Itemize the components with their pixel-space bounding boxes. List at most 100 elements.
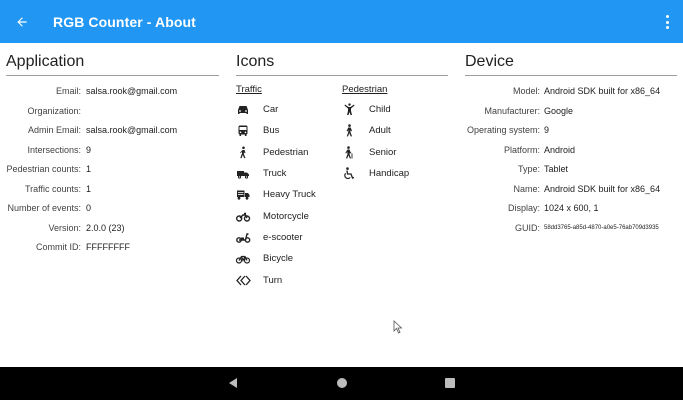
senior-icon: [342, 146, 360, 159]
application-row-key: Commit ID:: [36, 242, 81, 252]
application-row: Version: 2.0.0 (23): [6, 219, 219, 239]
divider: [236, 75, 448, 76]
icon-list-item: Turn: [236, 269, 342, 290]
icon-list-item: e-scooter: [236, 227, 342, 248]
application-row-key: Pedestrian counts:: [6, 164, 81, 174]
application-row-value: salsa.rook@gmail.com: [86, 86, 178, 96]
application-row-value: salsa.rook@gmail.com: [86, 125, 178, 135]
icons-heading: Icons: [236, 53, 275, 70]
e-scooter-icon: [236, 231, 254, 243]
application-row-key: Email:: [55, 86, 81, 96]
application-row-key: Version:: [48, 222, 81, 233]
bus-icon: [236, 125, 254, 137]
icon-label: Heavy Truck: [263, 189, 316, 201]
app-bar: RGB Counter - About: [0, 0, 683, 43]
bicycle-icon: [236, 253, 254, 265]
application-row: Pedestrian counts: 1: [6, 160, 219, 180]
application-row-key: Traffic counts:: [24, 183, 81, 194]
application-row: Email: salsa.rook@gmail.com: [6, 82, 219, 102]
icon-list-item: Pedestrian: [236, 142, 342, 163]
application-row-value: 9: [86, 144, 92, 155]
child-icon: [342, 103, 360, 116]
icon-list-item: Truck: [236, 163, 342, 184]
application-row-value: FFFFFFFF: [86, 242, 130, 252]
application-row-value: 1: [86, 164, 92, 174]
device-row: Name: Android SDK built for x86_64: [465, 180, 677, 200]
device-row-value: Google: [544, 105, 574, 116]
icon-label: Car: [263, 104, 279, 116]
icon-list-item: Senior: [342, 142, 448, 163]
application-row-value: 1: [86, 183, 92, 194]
application-row: Commit ID: FFFFFFFF: [6, 238, 219, 258]
device-row-key: Manufacturer:: [484, 105, 540, 116]
system-nav-bar: [0, 367, 683, 400]
pedestrian-column: Pedestrian Child Adult Senior Handicap: [342, 82, 448, 291]
truck-icon: [236, 168, 254, 180]
application-row: Traffic counts: 1: [6, 180, 219, 200]
icon-label: Motorcycle: [263, 210, 309, 222]
icon-label: Senior: [369, 146, 397, 158]
icon-list-item: Handicap: [342, 163, 448, 184]
device-rows: Model: Android SDK built for x86_64 Manufa…: [465, 82, 677, 238]
application-section: Application Email: salsa.rook@gmail.com Or…: [6, 43, 219, 258]
device-row-value: Android SDK built for x86_64: [544, 183, 661, 194]
traffic-column: Traffic Car Bus Pedestrian Truck Heavy Truck…: [236, 82, 342, 291]
device-row: Operating system: 9: [465, 121, 677, 141]
handicap-icon: [342, 167, 360, 180]
device-row: Platform: Android: [465, 141, 677, 161]
overflow-menu-button[interactable]: [663, 12, 671, 32]
application-row-value: 2.0.0 (23): [86, 222, 125, 233]
application-row: Intersections: 9: [6, 141, 219, 161]
icon-label: Turn: [263, 274, 283, 286]
icon-label: Handicap: [369, 168, 410, 180]
pedestrian-heading: Pedestrian: [342, 84, 388, 95]
device-row-value: Android: [544, 144, 576, 155]
device-row-key: Operating system:: [466, 125, 540, 135]
device-row: Manufacturer: Google: [465, 102, 677, 122]
device-row-value: 9: [544, 125, 550, 135]
device-row-key: Model:: [512, 86, 540, 96]
icon-label: Adult: [369, 125, 391, 137]
application-row: Admin Email: salsa.rook@gmail.com: [6, 121, 219, 141]
mouse-cursor-icon: [393, 320, 403, 334]
device-row-value: 58dd3765-a85d-4870-a0e5-76ab709d3935: [544, 224, 659, 231]
application-row-key: Organization:: [27, 105, 81, 116]
nav-recent-icon[interactable]: [445, 378, 455, 388]
icon-list-item: Adult: [342, 120, 448, 141]
menu-dot: [665, 20, 669, 24]
device-row-value: Android SDK built for x86_64: [544, 86, 661, 96]
back-button[interactable]: [0, 0, 44, 43]
device-row-key: Display:: [507, 203, 540, 213]
device-row: GUID: 58dd3765-a85d-4870-a0e5-76ab709d393…: [465, 219, 677, 239]
device-section: Device Model: Android SDK built for x86_6…: [465, 43, 677, 238]
device-row: Model: Android SDK built for x86_64: [465, 82, 677, 102]
icon-list-item: Motorcycle: [236, 205, 342, 226]
device-row-key: Platform:: [503, 144, 540, 155]
heavy-truck-icon: [236, 189, 254, 201]
icon-label: Truck: [263, 168, 287, 180]
more-vert-icon: [665, 15, 669, 18]
device-row: Display: 1024 x 600, 1: [465, 199, 677, 219]
icon-list-item: Bus: [236, 120, 342, 141]
device-row-value: 1024 x 600, 1: [544, 203, 599, 213]
icon-label: Bicycle: [263, 253, 294, 265]
device-heading: Device: [465, 53, 514, 70]
icon-list-item: Heavy Truck: [236, 184, 342, 205]
adult-icon: [342, 124, 360, 137]
application-rows: Email: salsa.rook@gmail.com Organization: A…: [6, 82, 219, 258]
arrow-left-icon: [17, 16, 27, 27]
application-row-key: Admin Email:: [27, 125, 81, 135]
menu-dot: [665, 26, 669, 29]
motorcycle-icon: [236, 210, 254, 222]
icon-label: Pedestrian: [263, 146, 309, 158]
nav-back-icon[interactable]: [228, 377, 238, 389]
application-row: Number of events: 0: [6, 199, 219, 219]
icon-label: Child: [369, 104, 391, 116]
icon-list-item: Bicycle: [236, 248, 342, 269]
nav-home-icon[interactable]: [337, 378, 347, 388]
icon-label: Bus: [263, 125, 280, 137]
application-heading: Application: [6, 53, 85, 70]
device-row: Type: Tablet: [465, 160, 677, 180]
pedestrian-icon: [236, 146, 254, 159]
device-row-value: Tablet: [544, 164, 569, 174]
